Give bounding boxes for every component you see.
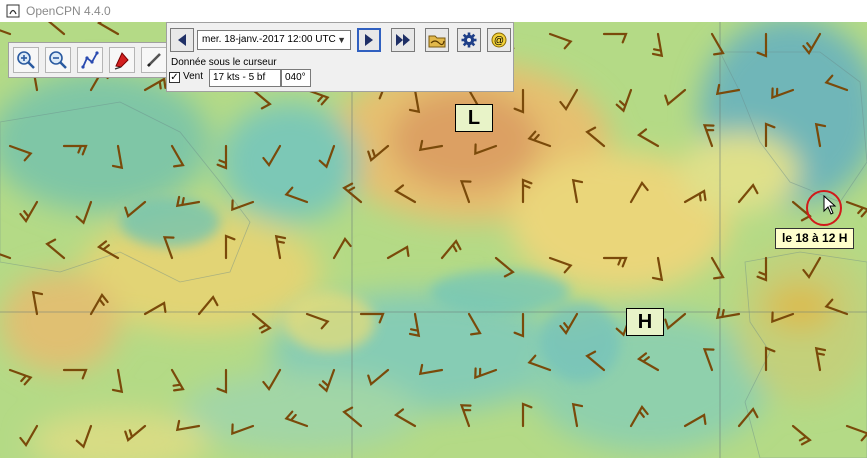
- gear-icon: [461, 32, 477, 48]
- mouse-cursor-icon: [823, 195, 837, 215]
- ship-icon: [114, 52, 129, 70]
- title-bar: OpenCPN 4.4.0: [0, 0, 867, 22]
- wind-speed-field: 17 kts - 5 bf: [209, 69, 281, 87]
- time-tooltip: le 18 à 12 H: [775, 228, 855, 249]
- next-button[interactable]: [357, 28, 381, 52]
- wind-checkbox[interactable]: ✓: [169, 72, 180, 83]
- main-toolbar: [8, 42, 170, 78]
- zoom-in-icon: [17, 51, 35, 69]
- ship-follow-button[interactable]: [109, 47, 135, 73]
- pencil-icon: [147, 53, 161, 67]
- previous-button[interactable]: [170, 28, 194, 52]
- at-sign-icon: @: [491, 32, 507, 48]
- wind-direction-field: 040°: [281, 69, 311, 87]
- date-select-value: mer. 18-janv.-2017 12:00 UTC: [202, 34, 336, 45]
- zoom-out-icon: [49, 51, 67, 69]
- arrow-right-icon: [365, 34, 373, 46]
- window-title: OpenCPN 4.4.0: [26, 4, 111, 18]
- opencpn-app-icon: [6, 4, 20, 18]
- chevron-down-icon: ▼: [337, 35, 346, 45]
- route-icon: [81, 51, 99, 69]
- zoom-out-button[interactable]: [45, 47, 71, 73]
- svg-text:@: @: [494, 36, 504, 47]
- route-button[interactable]: [77, 47, 103, 73]
- grib-file-icon: [428, 35, 446, 48]
- arrow-left-icon: [178, 34, 186, 46]
- settings-button[interactable]: [457, 28, 481, 52]
- zoom-in-button[interactable]: [13, 47, 39, 73]
- fast-forward-icon: [396, 34, 410, 46]
- request-button[interactable]: @: [487, 28, 511, 52]
- cursor-data-title: Donnée sous le curseur: [171, 57, 277, 68]
- date-select[interactable]: mer. 18-janv.-2017 12:00 UTC ▼: [197, 30, 351, 50]
- low-pressure-label: L: [455, 104, 493, 132]
- open-file-button[interactable]: [425, 28, 449, 52]
- wind-label: Vent: [183, 71, 204, 82]
- grib-panel: mer. 18-janv.-2017 12:00 UTC ▼ @ Donnée …: [166, 22, 514, 92]
- high-pressure-label: H: [626, 308, 664, 336]
- play-button[interactable]: [391, 28, 415, 52]
- pencil-button[interactable]: [141, 47, 167, 73]
